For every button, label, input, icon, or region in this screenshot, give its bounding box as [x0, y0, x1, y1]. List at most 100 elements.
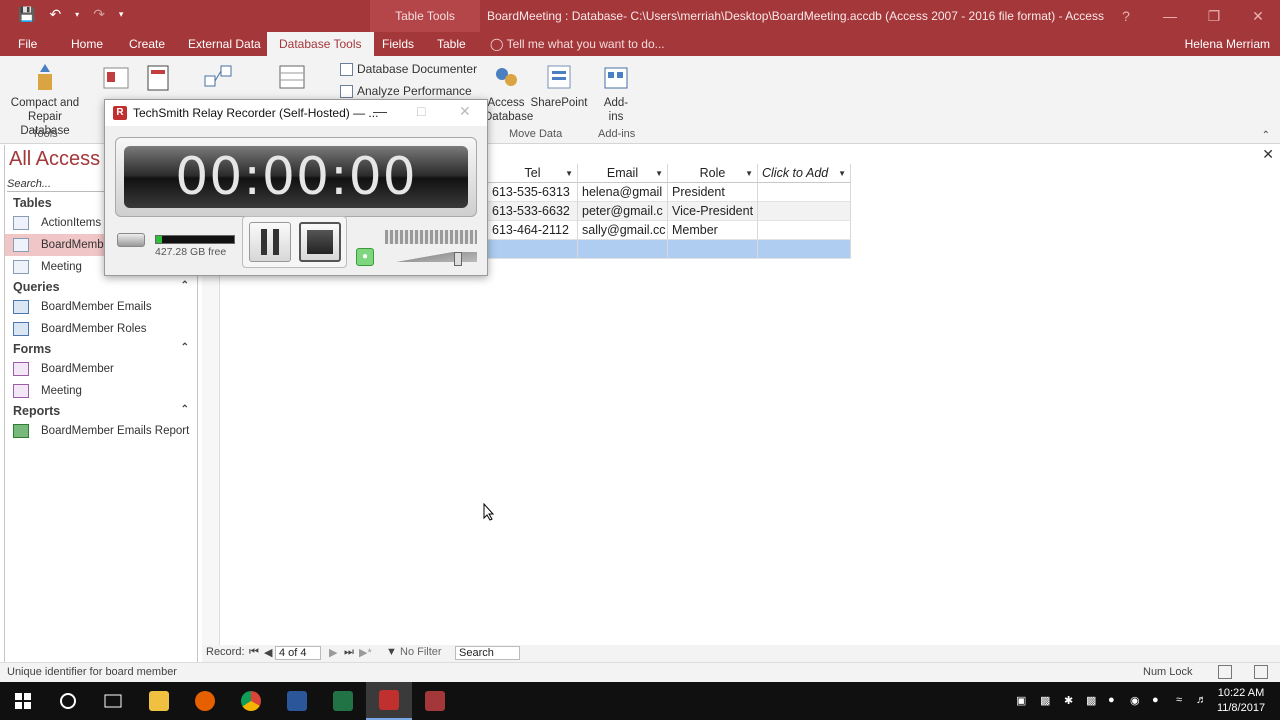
table-cell[interactable]: peter@gmail.c [578, 202, 668, 221]
tray-app3-icon[interactable]: ● [1108, 694, 1115, 706]
collapse-chevron-icon[interactable]: ⌃ [181, 342, 189, 353]
tray-app5-icon[interactable]: ● [1152, 694, 1159, 706]
relationships-button[interactable] [198, 58, 238, 96]
redo-icon[interactable]: ↷ [93, 6, 105, 23]
undo-dropdown-icon[interactable]: ▾ [75, 10, 79, 19]
save-icon[interactable]: 💾 [18, 6, 35, 23]
help-icon[interactable]: ? [1104, 0, 1148, 32]
tab-fields[interactable]: Fields [382, 32, 414, 56]
table-cell[interactable] [758, 183, 851, 202]
collapse-chevron-icon[interactable]: ⌃ [181, 404, 189, 415]
table-cell[interactable]: sally@gmail.cc [578, 221, 668, 240]
access-icon[interactable] [412, 682, 458, 720]
pause-button[interactable] [249, 222, 291, 262]
tray-app2-icon[interactable]: ▩ [1086, 694, 1096, 707]
user-name[interactable]: Helena Merriam [1185, 32, 1270, 56]
design-view-icon[interactable] [1254, 665, 1268, 679]
new-record-icon[interactable]: ▶* [359, 646, 372, 659]
table-cell[interactable]: 613-535-6313 [488, 183, 578, 202]
nav-item-form-boardmember[interactable]: BoardMember [5, 358, 197, 380]
table-cell[interactable]: Vice-President [668, 202, 758, 221]
tab-external-data[interactable]: External Data [188, 32, 261, 56]
run-macro-button[interactable] [140, 58, 176, 96]
sharepoint-button[interactable]: SharePoint [530, 58, 588, 110]
sort-dropdown-icon[interactable]: ▼ [565, 164, 573, 182]
relay-recorder-taskbar-icon[interactable] [366, 682, 412, 720]
taskbar-clock[interactable]: 10:22 AM 11/8/2017 [1210, 686, 1272, 716]
table-cell[interactable]: Member [668, 221, 758, 240]
column-header-role[interactable]: Role ▼ [668, 164, 758, 183]
collapse-chevron-icon[interactable]: ⌃ [181, 280, 189, 291]
recorder-window[interactable]: R TechSmith Relay Recorder (Self-Hosted)… [104, 99, 488, 276]
table-cell[interactable]: helena@gmail [578, 183, 668, 202]
close-button[interactable]: ✕ [1236, 0, 1280, 32]
next-record-icon[interactable]: ▶ [329, 646, 337, 659]
tab-table[interactable]: Table [437, 32, 466, 56]
stop-button[interactable] [299, 222, 341, 262]
compact-repair-button[interactable]: Compact and Repair Database [4, 58, 86, 138]
customize-qat-icon[interactable]: ▾ [119, 9, 124, 20]
column-header-email[interactable]: Email ▼ [578, 164, 668, 183]
tray-app-icon[interactable]: ▩ [1040, 694, 1050, 707]
no-filter-label[interactable]: No Filter [400, 646, 442, 658]
restore-button[interactable]: ❐ [1192, 0, 1236, 32]
microphone-icon[interactable]: ● [356, 248, 374, 266]
chrome-icon[interactable] [228, 682, 274, 720]
word-icon[interactable] [274, 682, 320, 720]
nav-item-query-roles[interactable]: BoardMember Roles [5, 318, 197, 340]
volume-slider[interactable] [385, 248, 477, 266]
access-database-button[interactable]: Access Database [484, 58, 533, 124]
start-button[interactable] [0, 682, 46, 720]
new-record-cell[interactable] [758, 240, 851, 259]
sort-dropdown-icon[interactable]: ▼ [745, 164, 753, 182]
cortana-search-icon[interactable] [45, 682, 91, 720]
firefox-icon[interactable] [182, 682, 228, 720]
sort-dropdown-icon[interactable]: ▼ [655, 164, 663, 182]
new-record-cell[interactable] [578, 240, 668, 259]
tab-create[interactable]: Create [129, 32, 165, 56]
bluetooth-icon[interactable]: ✱ [1064, 694, 1073, 707]
nav-item-report-emails[interactable]: BoardMember Emails Report [5, 420, 197, 442]
database-documenter-button[interactable]: Database Documenter [340, 62, 477, 76]
nav-item-form-meeting[interactable]: Meeting [5, 380, 197, 402]
column-header-tel[interactable]: Tel ▼ [488, 164, 578, 183]
excel-icon[interactable] [320, 682, 366, 720]
new-record-cell[interactable] [668, 240, 758, 259]
datasheet-view-icon[interactable] [1218, 665, 1232, 679]
table-cell[interactable]: 613-464-2112 [488, 221, 578, 240]
collapse-ribbon-icon[interactable]: ⌃ [1262, 130, 1270, 141]
wifi-icon[interactable]: ≈ [1176, 694, 1182, 706]
table-cell[interactable]: President [668, 183, 758, 202]
undo-icon[interactable]: ↶ [49, 6, 61, 23]
file-explorer-icon[interactable] [136, 682, 182, 720]
nav-category-reports[interactable]: Reports ⌃ [13, 404, 189, 418]
close-document-icon[interactable]: ✕ [1262, 146, 1274, 163]
volume-icon[interactable]: ♬ [1196, 694, 1207, 706]
column-header-click-to-add[interactable]: Click to Add ▼ [758, 164, 851, 183]
volume-thumb[interactable] [453, 252, 462, 266]
table-cell[interactable] [758, 202, 851, 221]
current-record-field[interactable]: 4 of 4 [275, 646, 321, 660]
addins-button[interactable]: Add-ins [598, 58, 634, 124]
tab-home[interactable]: Home [71, 32, 103, 56]
tray-network-icon[interactable]: ▣ [1016, 694, 1026, 707]
tab-database-tools[interactable]: Database Tools [267, 32, 374, 56]
nav-item-query-emails[interactable]: BoardMember Emails [5, 296, 197, 318]
first-record-icon[interactable]: ⏮ [249, 646, 259, 659]
tray-app4-icon[interactable]: ◉ [1130, 694, 1140, 707]
sort-dropdown-icon[interactable]: ▼ [838, 164, 846, 182]
visual-basic-button[interactable] [98, 58, 134, 96]
search-field[interactable]: Search [455, 646, 520, 660]
nav-category-forms[interactable]: Forms ⌃ [13, 342, 189, 356]
recorder-minimize-button[interactable]: — [373, 103, 387, 119]
tell-me-box[interactable]: ◯ Tell me what you want to do... [490, 32, 665, 56]
object-dependencies-button[interactable] [272, 58, 312, 96]
minimize-button[interactable]: — [1148, 0, 1192, 32]
recorder-title-bar[interactable]: R TechSmith Relay Recorder (Self-Hosted)… [105, 100, 487, 126]
tab-file[interactable]: File [18, 32, 37, 56]
previous-record-icon[interactable]: ◀ [264, 646, 272, 659]
table-cell[interactable] [758, 221, 851, 240]
analyze-performance-button[interactable]: Analyze Performance [340, 84, 472, 98]
last-record-icon[interactable]: ⏭ [344, 646, 354, 659]
table-cell[interactable]: 613-533-6632 [488, 202, 578, 221]
